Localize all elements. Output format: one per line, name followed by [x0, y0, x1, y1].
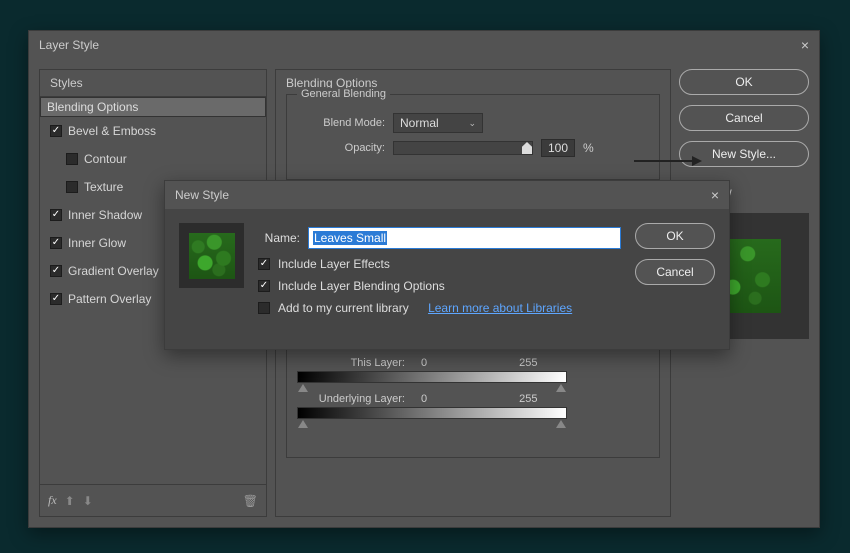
sidebar-header[interactable]: Styles [40, 70, 266, 97]
fx-icon[interactable]: fx [48, 493, 57, 508]
slider-thumb-icon[interactable] [522, 142, 532, 154]
opacity-label: Opacity: [297, 142, 385, 154]
leaves-thumb-image [189, 233, 235, 279]
include-effects-checkbox[interactable] [258, 258, 270, 270]
gradient-stop-icon[interactable] [556, 420, 566, 428]
add-library-label: Add to my current library [278, 301, 409, 315]
sidebar-item-label: Contour [84, 152, 127, 166]
underlying-layer-label: Underlying Layer: [297, 393, 405, 405]
sidebar-item-label: Inner Shadow [68, 208, 142, 222]
underlying-layer-gradient[interactable] [297, 407, 567, 419]
name-input[interactable]: Leaves Small [308, 227, 621, 249]
sidebar-item-checkbox[interactable] [50, 265, 62, 277]
sidebar-item-label: Pattern Overlay [68, 292, 151, 306]
sidebar-item-checkbox[interactable] [66, 153, 78, 165]
sidebar-item-bevel-emboss[interactable]: Bevel & Emboss [40, 117, 266, 145]
gradient-stop-icon[interactable] [298, 384, 308, 392]
this-layer-high: 255 [519, 357, 537, 369]
arrow-up-icon[interactable]: ⬆ [65, 494, 75, 508]
percent-label: % [583, 141, 594, 155]
layer-style-title: Layer Style [39, 38, 99, 52]
opacity-slider[interactable] [393, 141, 533, 155]
general-blending-title: General Blending [297, 88, 390, 100]
close-icon[interactable]: × [801, 37, 809, 53]
sidebar-footer: fx ⬆ ⬇ 🗑 [40, 484, 266, 516]
blend-mode-label: Blend Mode: [297, 117, 385, 129]
gradient-stop-icon[interactable] [298, 420, 308, 428]
add-library-checkbox[interactable] [258, 302, 270, 314]
include-blending-checkbox[interactable] [258, 280, 270, 292]
new-style-title: New Style [175, 188, 229, 202]
learn-libraries-link[interactable]: Learn more about Libraries [428, 301, 572, 315]
sidebar-item-blending-options[interactable]: Blending Options [40, 97, 266, 117]
ok-button[interactable]: OK [679, 69, 809, 95]
style-thumbnail [179, 223, 244, 288]
include-blending-label: Include Layer Blending Options [278, 279, 445, 293]
new-style-ok-button[interactable]: OK [635, 223, 715, 249]
under-high: 255 [519, 393, 537, 405]
pointer-arrow-icon [634, 160, 694, 162]
close-icon[interactable]: × [711, 187, 719, 203]
sidebar-item-label: Inner Glow [68, 236, 126, 250]
include-effects-label: Include Layer Effects [278, 257, 390, 271]
new-style-dialog: New Style × Name: Leaves Small Include L… [164, 180, 730, 350]
blend-mode-select[interactable]: Normal ⌄ [393, 113, 483, 133]
general-blending-group: General Blending Blend Mode: Normal ⌄ Op… [286, 94, 660, 180]
sidebar-item-contour[interactable]: Contour [40, 145, 266, 173]
sidebar-item-label: Blending Options [47, 100, 138, 114]
sidebar-item-label: Bevel & Emboss [68, 124, 156, 138]
sidebar-item-checkbox[interactable] [66, 181, 78, 193]
gradient-stop-icon[interactable] [556, 384, 566, 392]
cancel-button[interactable]: Cancel [679, 105, 809, 131]
this-layer-gradient[interactable] [297, 371, 567, 383]
sidebar-item-checkbox[interactable] [50, 125, 62, 137]
sidebar-item-label: Gradient Overlay [68, 264, 159, 278]
layer-style-titlebar[interactable]: Layer Style × [29, 31, 819, 59]
trash-icon[interactable]: 🗑 [243, 494, 258, 508]
name-label: Name: [258, 231, 300, 245]
sidebar-item-checkbox[interactable] [50, 293, 62, 305]
this-layer-low: 0 [421, 357, 427, 369]
arrow-down-icon[interactable]: ⬇ [83, 494, 93, 508]
sidebar-item-checkbox[interactable] [50, 209, 62, 221]
chevron-down-icon: ⌄ [468, 118, 476, 129]
new-style-titlebar[interactable]: New Style × [165, 181, 729, 209]
under-low: 0 [421, 393, 427, 405]
sidebar-item-checkbox[interactable] [50, 237, 62, 249]
opacity-value[interactable]: 100 [541, 139, 575, 157]
new-style-cancel-button[interactable]: Cancel [635, 259, 715, 285]
sidebar-item-label: Texture [84, 180, 123, 194]
this-layer-label: This Layer: [297, 357, 405, 369]
